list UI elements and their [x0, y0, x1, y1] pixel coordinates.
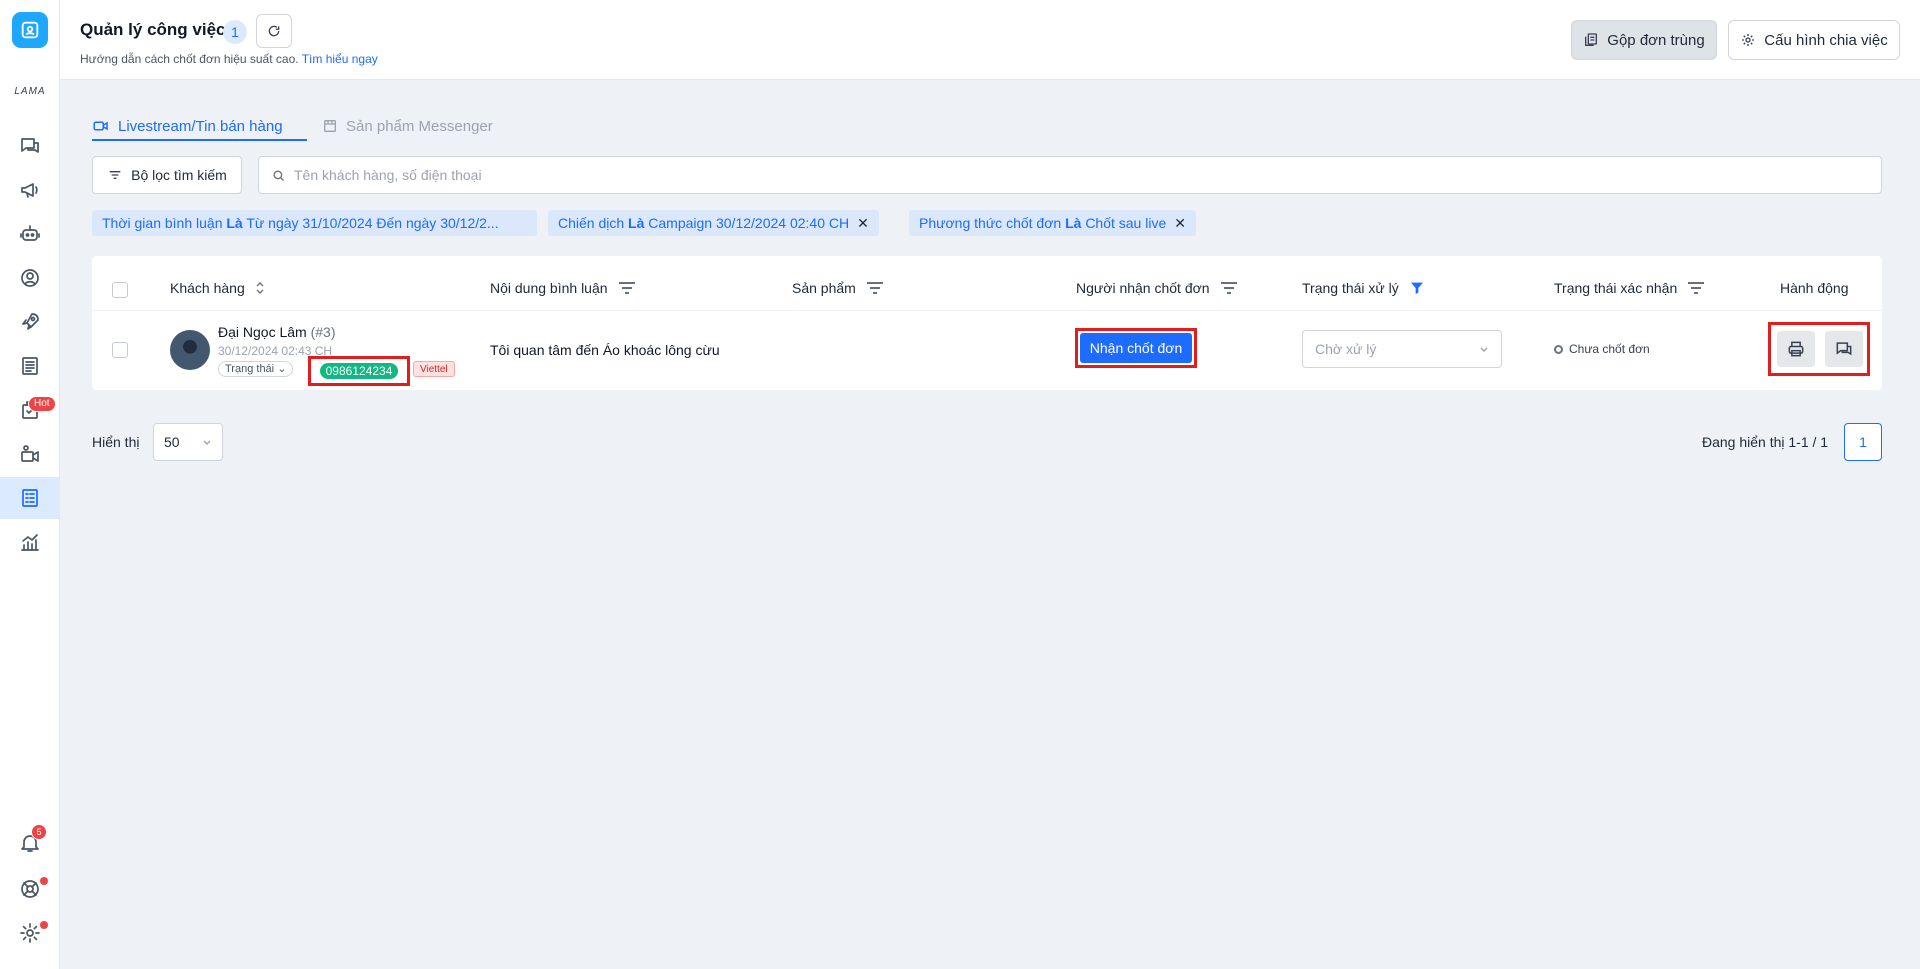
col-header-product[interactable]: Sản phẩm [792, 270, 884, 306]
pagination-info: Đang hiển thị 1-1 / 1 [1702, 434, 1829, 450]
filter-lines-icon [1688, 282, 1705, 294]
filter-lines-icon [618, 282, 635, 294]
orders-table: Khách hàng Nội dung bình luận Sản phẩm N… [92, 256, 1882, 390]
tab-messenger-products[interactable]: Sản phẩm Messenger [322, 110, 493, 142]
print-button[interactable] [1777, 331, 1815, 367]
settings-dot [40, 921, 48, 929]
filter-icon [109, 171, 121, 179]
confirm-status: Chưa chốt đơn [1554, 342, 1650, 356]
chat-icon[interactable] [0, 125, 60, 167]
sort-icon [256, 282, 264, 294]
col-header-confirm-status[interactable]: Trạng thái xác nhận [1554, 270, 1705, 306]
task-count-badge: 1 [223, 20, 247, 44]
page-subtitle: Hướng dẫn cách chốt đơn hiệu suất cao. T… [80, 52, 378, 66]
customer-status-dropdown[interactable]: Trạng thái ⌄ [218, 361, 294, 377]
page-title: Quản lý công việc [80, 20, 226, 39]
app-logo[interactable] [12, 12, 48, 48]
customer-name[interactable]: Đại Ngọc Lâm (#3) [218, 324, 336, 340]
rocket-icon[interactable] [0, 301, 60, 343]
select-all-checkbox[interactable] [112, 282, 128, 298]
page-size-select[interactable]: 50 [153, 423, 223, 461]
col-header-comment[interactable]: Nội dung bình luận [490, 270, 636, 306]
help-icon[interactable] [0, 868, 60, 910]
printer-icon [1788, 341, 1804, 357]
document-icon[interactable] [0, 345, 60, 387]
claim-highlight: Nhận chốt đơn [1075, 328, 1197, 368]
refresh-icon [268, 25, 280, 37]
user-circle-icon[interactable] [0, 257, 60, 299]
actions-highlight [1768, 322, 1870, 376]
search-box [258, 156, 1882, 194]
megaphone-icon[interactable] [0, 169, 60, 211]
search-input[interactable] [294, 167, 1794, 183]
chevron-down-icon [1480, 347, 1488, 352]
chevron-down-icon [203, 440, 211, 445]
remove-campaign-filter-icon[interactable]: ✕ [857, 215, 869, 232]
sidebar: LAMA Hot 5 [0, 0, 60, 969]
remove-close-method-filter-icon[interactable]: ✕ [1174, 215, 1186, 232]
tab-livestream[interactable]: Livestream/Tin bán hàng [92, 110, 283, 142]
learn-more-link[interactable]: Tìm hiểu ngay [302, 52, 378, 66]
help-dot [40, 877, 48, 885]
page-size-label: Hiển thị [92, 434, 140, 450]
bell-icon[interactable] [0, 822, 60, 864]
analytics-icon[interactable] [0, 521, 60, 563]
hot-badge: Hot [28, 396, 56, 412]
task-manager-icon[interactable] [0, 477, 60, 519]
chevron-down-icon: ⌄ [277, 363, 287, 375]
row-checkbox[interactable] [112, 342, 128, 358]
tab-active-indicator [92, 139, 307, 141]
brand-logo-text: LAMA [14, 86, 46, 97]
notification-count: 5 [31, 824, 47, 840]
message-button[interactable] [1825, 331, 1863, 367]
col-header-process-status[interactable]: Trạng thái xử lý [1302, 270, 1425, 306]
page-header: Quản lý công việc 1 Hướng dẫn cách chốt … [60, 0, 1920, 80]
task-config-button[interactable]: Cấu hình chia việc [1728, 20, 1900, 60]
copy-icon [1585, 33, 1598, 46]
status-ring-icon [1554, 344, 1563, 354]
video-icon [93, 121, 108, 131]
col-header-customer[interactable]: Khách hàng [170, 270, 265, 306]
filter-active-icon [1410, 282, 1423, 294]
process-status-select[interactable]: Chờ xử lý [1302, 330, 1502, 368]
filter-lines-icon [1220, 282, 1237, 294]
phone-number[interactable]: 0986124234 [319, 363, 399, 379]
claim-order-button[interactable]: Nhận chốt đơn [1080, 333, 1192, 363]
carrier-badge: Viettel [413, 361, 455, 377]
filter-chip-campaign[interactable]: Chiến dịch Là Campaign 30/12/2024 02:40 … [548, 210, 879, 236]
chat-icon [1836, 342, 1852, 356]
header-separator [92, 310, 1882, 311]
search-filter-button[interactable]: Bộ lọc tìm kiếm [92, 156, 242, 194]
col-header-actions: Hành động [1780, 280, 1849, 296]
search-icon [273, 169, 284, 181]
filter-chip-comment-time[interactable]: Thời gian bình luận Là Từ ngày 31/10/202… [92, 210, 537, 236]
avatar[interactable] [170, 330, 210, 370]
page-button-current[interactable]: 1 [1844, 423, 1882, 461]
settings-icon[interactable] [0, 912, 60, 954]
phone-highlight: 0986124234 [308, 356, 410, 386]
col-header-claimer[interactable]: Người nhận chốt đơn [1076, 270, 1238, 306]
merge-duplicates-button[interactable]: Gộp đơn trùng [1571, 20, 1717, 60]
livestream-icon[interactable] [0, 433, 60, 475]
filter-chip-close-method[interactable]: Phương thức chốt đơn Là Chốt sau live ✕ [909, 210, 1196, 236]
bot-icon[interactable] [0, 213, 60, 255]
comment-text: Tôi quan tâm đến Áo khoác lông cừu [490, 342, 720, 358]
gear-icon [1742, 34, 1755, 46]
store-icon [324, 120, 336, 132]
filter-lines-icon [866, 282, 883, 294]
refresh-button[interactable] [256, 14, 292, 48]
